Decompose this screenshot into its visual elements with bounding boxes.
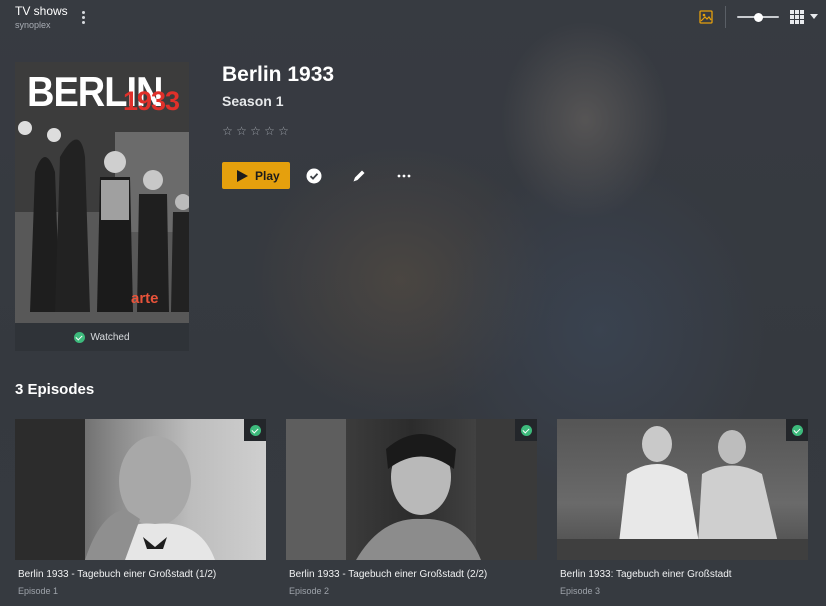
episode-watched-badge <box>515 419 537 441</box>
star-icon[interactable]: ☆ <box>263 124 276 138</box>
poster-image: BERLIN 1933 arte <box>15 62 189 323</box>
watched-check-icon <box>74 331 86 343</box>
episode-number: Episode 1 <box>18 586 59 596</box>
season-title: Season 1 <box>222 93 284 109</box>
watched-status: Watched <box>15 323 189 351</box>
episode-watched-badge <box>244 419 266 441</box>
episode-thumbnail <box>15 419 266 560</box>
episode-watched-badge <box>786 419 808 441</box>
backdrop-toggle-icon[interactable] <box>699 10 713 24</box>
watched-label: Watched <box>90 331 130 343</box>
pencil-icon <box>353 170 365 182</box>
play-icon <box>237 169 248 182</box>
poster-year-text: 1933 <box>123 86 180 116</box>
play-label: Play <box>255 168 280 183</box>
episodes-heading: 3 Episodes <box>15 381 95 398</box>
check-circle-icon <box>306 168 322 184</box>
play-button[interactable]: Play <box>222 162 290 189</box>
mark-watched-button[interactable] <box>304 166 324 186</box>
episode-number: Episode 2 <box>289 586 330 596</box>
toolbar-divider <box>725 6 726 28</box>
season-poster[interactable]: BERLIN 1933 arte Watched <box>15 62 189 351</box>
slider-thumb[interactable] <box>753 13 763 22</box>
chevron-down-icon <box>810 14 818 19</box>
episode-thumbnail <box>557 419 808 560</box>
star-icon[interactable]: ☆ <box>235 124 248 138</box>
grid-view-icon <box>790 10 805 25</box>
episode-card[interactable]: Berlin 1933 - Tagebuch einer Großstadt (… <box>15 419 266 596</box>
episode-title[interactable]: Berlin 1933: Tagebuch einer Großstadt <box>560 569 808 580</box>
poster-size-slider[interactable] <box>737 11 779 23</box>
top-bar: TV shows synoplex <box>0 0 826 36</box>
episode-title[interactable]: Berlin 1933 - Tagebuch einer Großstadt (… <box>18 569 266 580</box>
episode-title[interactable]: Berlin 1933 - Tagebuch einer Großstadt (… <box>289 569 537 580</box>
star-icon[interactable]: ☆ <box>277 124 290 138</box>
star-icon[interactable]: ☆ <box>249 124 262 138</box>
watched-check-icon <box>520 424 532 436</box>
edit-button[interactable] <box>349 166 369 186</box>
episode-card[interactable]: Berlin 1933 - Tagebuch einer Großstadt (… <box>286 419 537 596</box>
watched-check-icon <box>791 424 803 436</box>
episode-card[interactable]: Berlin 1933: Tagebuch einer Großstadt Ep… <box>557 419 808 596</box>
more-horizontal-icon <box>397 174 411 178</box>
star-icon[interactable]: ☆ <box>221 124 234 138</box>
episode-number: Episode 3 <box>560 586 601 596</box>
show-title[interactable]: Berlin 1933 <box>222 63 334 87</box>
server-name: synoplex <box>15 20 51 30</box>
poster-network-logo: arte <box>131 290 159 307</box>
library-more-icon[interactable] <box>78 9 88 25</box>
episode-thumbnail <box>286 419 537 560</box>
watched-check-icon <box>249 424 261 436</box>
more-actions-button[interactable] <box>394 166 414 186</box>
library-title: TV shows <box>15 4 68 18</box>
rating-stars[interactable]: ☆ ☆ ☆ ☆ ☆ <box>221 124 290 138</box>
view-type-button[interactable] <box>790 10 820 25</box>
